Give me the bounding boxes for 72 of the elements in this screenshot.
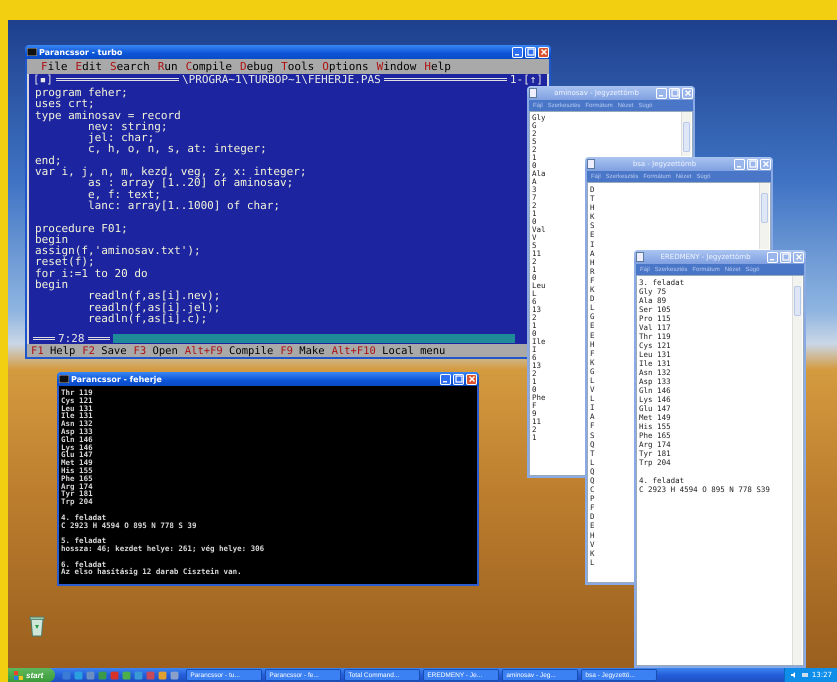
console-icon xyxy=(59,375,69,383)
menu-item[interactable]: Compile xyxy=(182,60,236,73)
shortcut-key[interactable]: F1 Help xyxy=(31,344,82,356)
menu-item[interactable]: Run xyxy=(154,60,182,73)
speaker-icon[interactable] xyxy=(790,671,798,679)
code-line: type aminosav = record xyxy=(35,110,181,121)
start-button[interactable]: start xyxy=(8,668,56,682)
maximize-button[interactable] xyxy=(453,374,464,384)
recycle-bin-icon xyxy=(28,615,46,637)
scrollbar[interactable] xyxy=(681,112,691,156)
shortcut-key[interactable]: Alt+F10 Local menu xyxy=(332,344,452,356)
menu-item[interactable]: Tools xyxy=(277,60,318,73)
code-line: uses crt; xyxy=(35,98,95,110)
close-button[interactable] xyxy=(538,46,549,58)
menu-item[interactable]: Search xyxy=(106,60,154,73)
close-icon xyxy=(762,160,770,168)
code-line: lanc: array[1..1000] of char; xyxy=(86,200,280,212)
code-line: var i, j, n, m, kezd, veg, z, x: integer; xyxy=(35,166,307,178)
code-line: procedure F01; xyxy=(35,222,128,234)
menu-item[interactable]: File xyxy=(37,60,72,73)
network-icon[interactable] xyxy=(800,671,809,679)
code-line: program feher; xyxy=(35,87,128,98)
menu-item[interactable]: Options xyxy=(318,60,373,73)
cursor-position: 7:28 xyxy=(58,333,84,344)
code-line: nev: string; xyxy=(86,120,168,132)
code-line: readln(f,as[i].jel); xyxy=(86,302,220,313)
maximize-button[interactable] xyxy=(525,46,536,58)
notepad-icon xyxy=(587,159,595,169)
code-line: readln(f,as[i].c); xyxy=(86,312,208,324)
flag-icon xyxy=(14,670,23,680)
window-title: Parancssor - feherje xyxy=(71,374,163,384)
window-number[interactable]: 1-[↑] xyxy=(510,74,543,85)
maximize-icon xyxy=(670,89,678,97)
menu-item[interactable]: Edit xyxy=(72,60,106,73)
scrollbar[interactable] xyxy=(112,334,515,343)
window-title: Parancssor - turbo xyxy=(39,48,124,56)
maximize-icon xyxy=(454,375,462,383)
close-icon xyxy=(468,375,476,383)
code-line: e, f: text; xyxy=(86,188,161,200)
shortcut-key[interactable]: F3 Open xyxy=(134,344,185,356)
code-line: c, h, o, n, s, at: integer; xyxy=(86,143,267,155)
code-line: end; xyxy=(35,154,62,166)
code-line: reset(f); xyxy=(35,256,95,268)
maximize-icon xyxy=(782,253,790,261)
notepad-icon xyxy=(529,88,537,98)
maximize-icon xyxy=(526,48,534,56)
scrollbar[interactable] xyxy=(759,183,769,249)
shortcut-key[interactable]: F9 Make xyxy=(280,344,332,356)
code-line: jel: char; xyxy=(86,132,154,144)
code-line: as : array [1..20] of aminosav; xyxy=(88,177,294,189)
code-line: begin xyxy=(35,234,68,246)
close-button[interactable] xyxy=(466,374,477,384)
file-path: \PROGRA~1\TURBOP~1\FEHERJE.PAS xyxy=(182,74,381,85)
menu-item[interactable]: Window xyxy=(372,60,420,73)
notepad-icon xyxy=(636,252,644,262)
console-icon xyxy=(27,48,37,56)
close-box[interactable]: [▪] xyxy=(33,74,53,85)
menu-item[interactable]: Help xyxy=(420,60,455,73)
close-icon xyxy=(540,48,548,56)
scrollbar[interactable] xyxy=(792,276,802,665)
shortcut-key[interactable]: F2 Save xyxy=(82,344,134,356)
minimize-button[interactable] xyxy=(440,374,451,384)
minimize-button[interactable] xyxy=(512,46,523,58)
close-icon xyxy=(794,253,802,261)
close-icon xyxy=(684,89,692,97)
code-line: for i:=1 to 20 do xyxy=(35,268,148,280)
code-line: begin xyxy=(35,279,68,290)
menu-item[interactable]: Debug xyxy=(236,60,278,73)
maximize-icon xyxy=(748,160,756,168)
code-line: assign(f,'aminosav.txt'); xyxy=(35,245,201,256)
shortcut-key[interactable]: Alt+F9 Compile xyxy=(184,344,280,356)
code-line: readln(f,as[i].nev); xyxy=(86,290,220,302)
